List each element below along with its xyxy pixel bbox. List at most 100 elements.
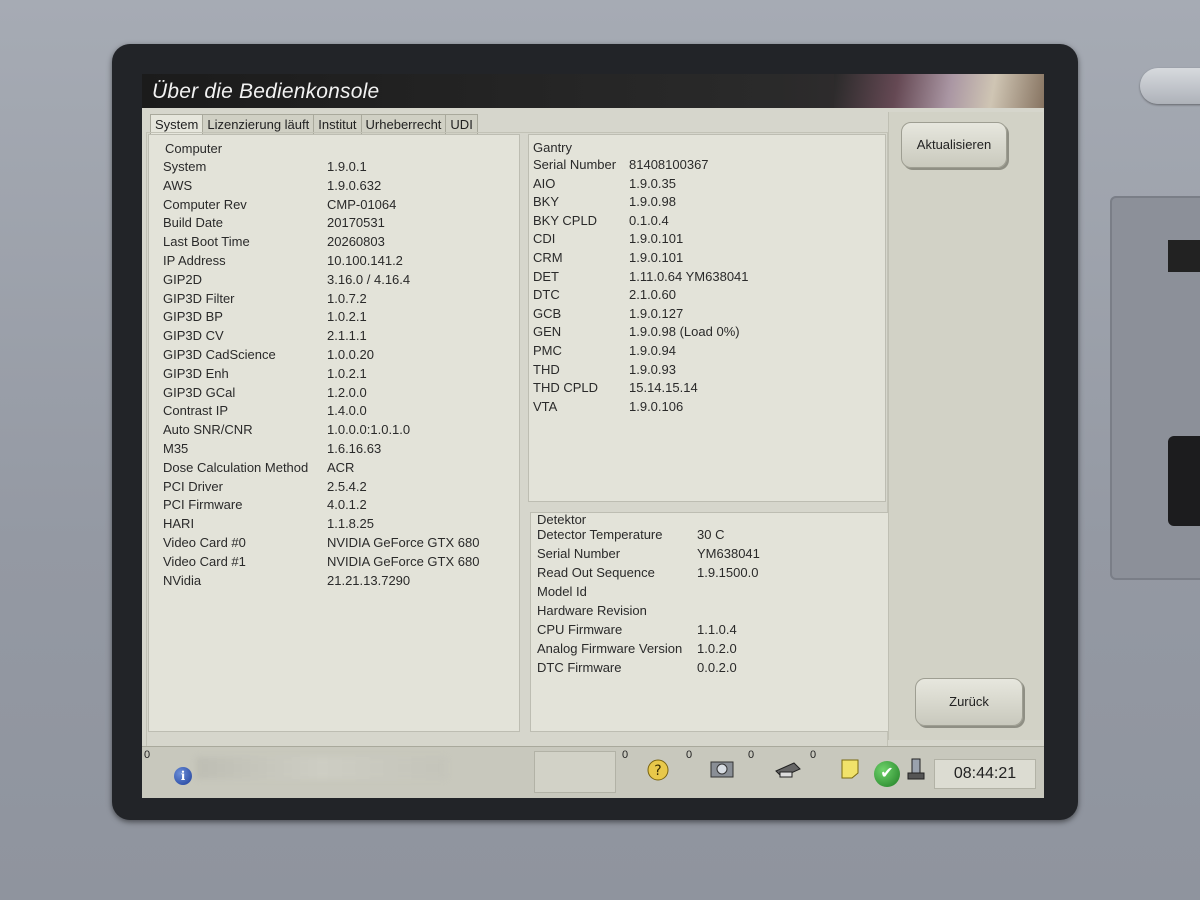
gantry-label: BKY CPLD (533, 212, 598, 228)
check-icon[interactable]: ✔ (874, 761, 900, 787)
computer-label: GIP3D BP (163, 309, 223, 325)
computer-label: Computer Rev (163, 196, 247, 212)
gantry-value: 1.9.0.127 (629, 305, 684, 321)
tab-bar: System Lizenzierung läuft Institut Urheb… (150, 114, 478, 135)
detektor-label: Serial Number (537, 546, 621, 561)
gantry-heading: Gantry (533, 140, 573, 155)
computer-value: 2.1.1.1 (327, 328, 367, 344)
gantry-label: AIO (533, 175, 556, 191)
gantry-value: 81408100367 (629, 157, 709, 172)
computer-label: GIP3D Enh (163, 365, 229, 381)
gantry-value: 1.11.0.64 YM638041 (629, 268, 749, 284)
note-icon[interactable] (836, 757, 864, 783)
computer-value: 1.0.7.2 (327, 290, 367, 306)
detektor-label: Model Id (537, 584, 587, 599)
computer-label: AWS (163, 177, 193, 193)
computer-value: 1.1.8.25 (327, 516, 374, 532)
computer-value: 4.0.1.2 (327, 497, 367, 513)
gantry-label: VTA (533, 398, 558, 414)
computer-label: HARI (163, 516, 195, 532)
gantry-label: GCB (533, 305, 562, 321)
hardware-knob[interactable] (1168, 436, 1200, 526)
detektor-value: YM638041 (697, 546, 760, 561)
svg-text:?: ? (654, 763, 661, 779)
computer-panel: Computer System 1.9.0.1 AWS 1.9.0.632 Comput… (148, 134, 520, 732)
gantry-label: THD (533, 361, 560, 377)
screen: Über die Bedienkonsole System Lizenzieru… (142, 74, 1044, 798)
computer-label: Contrast IP (163, 403, 229, 419)
refresh-button[interactable]: Aktualisieren (901, 122, 1007, 168)
computer-label: Dose Calculation Method (163, 459, 309, 475)
info-icon[interactable]: i (174, 767, 192, 785)
status-left-count: 0 (144, 749, 151, 761)
computer-value: 1.2.0.0 (327, 384, 367, 400)
gantry-label: CDI (533, 231, 556, 247)
gantry-value: 1.9.0.106 (629, 398, 684, 414)
detektor-label: DTC Firmware (537, 660, 622, 675)
computer-label: System (163, 159, 207, 174)
detektor-value: 0.0.2.0 (697, 660, 737, 675)
detektor-value: 1.0.2.0 (697, 641, 737, 656)
detektor-label: Detector Temperature (537, 527, 663, 542)
computer-value: 1.4.0.0 (327, 403, 367, 419)
computer-value: ACR (327, 459, 355, 475)
detektor-label: Read Out Sequence (537, 565, 655, 580)
computer-label: GIP3D CV (163, 328, 224, 344)
back-button[interactable]: Zurück (915, 678, 1023, 726)
computer-label: GIP3D GCal (163, 384, 236, 400)
computer-label: Last Boot Time (163, 234, 250, 250)
tube-icon[interactable] (902, 757, 930, 783)
computer-label: NVidia (163, 572, 202, 588)
help-count: 0 (622, 749, 629, 761)
detektor-label: CPU Firmware (537, 622, 623, 637)
window-title: Über die Bedienkonsole (152, 80, 380, 103)
camera-count: 0 (686, 749, 693, 761)
gantry-value: 1.9.0.94 (629, 343, 676, 358)
computer-value: CMP-01064 (327, 196, 397, 212)
gantry-label: DTC (533, 287, 560, 303)
redacted-region (196, 757, 446, 779)
computer-value: 1.9.0.1 (327, 159, 367, 174)
gantry-value: 0.1.0.4 (629, 212, 669, 228)
gantry-value: 1.9.0.101 (629, 250, 684, 265)
computer-label: IP Address (163, 253, 226, 268)
computer-value: NVIDIA GeForce GTX 680 (327, 535, 480, 550)
status-clock: 08:44:21 (934, 759, 1036, 789)
detektor-value: 1.9.1500.0 (697, 565, 759, 580)
computer-label: Video Card #0 (163, 535, 246, 550)
computer-value: 2.5.4.2 (327, 478, 367, 494)
camera-icon[interactable] (708, 757, 736, 783)
computer-value: 1.9.0.632 (327, 177, 382, 193)
hardware-side-panel (1110, 196, 1200, 580)
computer-value: 21.21.13.7290 (327, 572, 411, 588)
detektor-heading: Detektor (537, 512, 587, 527)
action-sidebar: Aktualisieren Zurück (888, 112, 1043, 740)
status-bar: 0 i 0 ? 0 0 0 ✔ 08:44:21 (142, 746, 1044, 798)
computer-value: 20260803 (327, 234, 385, 250)
printer-count: 0 (748, 749, 755, 761)
computer-label: PCI Driver (163, 478, 223, 494)
gantry-value: 1.9.0.98 (Load 0%) (629, 324, 740, 340)
gantry-value: 15.14.15.14 (629, 380, 698, 396)
computer-label: Video Card #1 (163, 553, 246, 569)
gantry-value: 1.9.0.93 (629, 361, 676, 377)
gantry-panel: Gantry Serial Number 81408100367 AIO 1.9.0.… (528, 134, 886, 502)
computer-label: PCI Firmware (163, 497, 243, 513)
gantry-label: DET (533, 268, 559, 284)
printer-icon[interactable] (772, 757, 801, 783)
note-count: 0 (810, 749, 817, 761)
device-housing: Über die Bedienkonsole System Lizenzieru… (0, 0, 1200, 900)
status-segment (534, 751, 616, 793)
detektor-value: 1.1.0.4 (697, 622, 737, 637)
gantry-value: 2.1.0.60 (629, 287, 676, 303)
hardware-button[interactable] (1140, 68, 1200, 104)
gantry-value: 1.9.0.35 (629, 175, 676, 191)
detektor-label: Hardware Revision (537, 603, 647, 618)
detektor-label: Analog Firmware Version (537, 641, 683, 656)
computer-label: Build Date (163, 215, 223, 231)
gantry-label: CRM (533, 250, 563, 265)
computer-value: 1.0.0.20 (327, 347, 374, 362)
computer-label: GIP3D Filter (163, 290, 235, 306)
help-icon[interactable]: ? (644, 757, 672, 783)
computer-value: 1.0.2.1 (327, 365, 367, 381)
